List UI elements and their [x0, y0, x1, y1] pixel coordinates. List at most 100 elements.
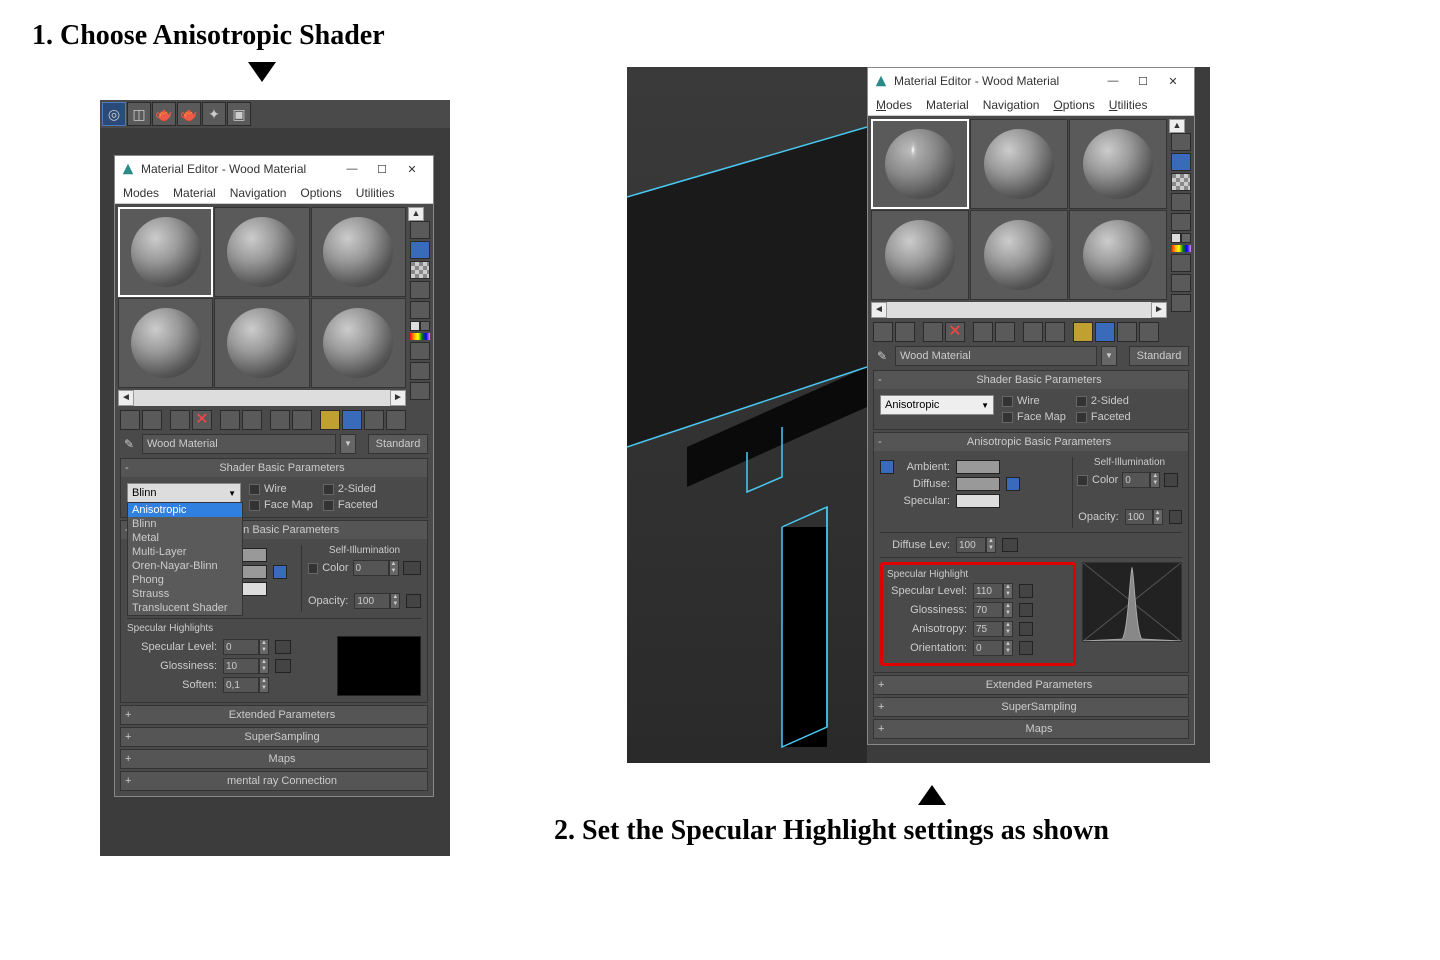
sample-hscrollbar[interactable]: ◄►: [871, 302, 1167, 318]
maximize-button[interactable]: ☐: [1128, 71, 1158, 91]
side-tool-9[interactable]: [410, 382, 430, 400]
mat-tool[interactable]: [1023, 322, 1043, 342]
menu-navigation[interactable]: Navigation: [983, 98, 1040, 112]
mat-tool-5[interactable]: [220, 410, 240, 430]
menu-modes[interactable]: Modes: [123, 186, 159, 200]
selfillum-input[interactable]: [1122, 472, 1150, 488]
speclevel-map[interactable]: [1019, 584, 1033, 598]
toolbar-frame[interactable]: ▣: [227, 102, 251, 126]
difflev-input[interactable]: [956, 537, 986, 553]
side-tool[interactable]: [1171, 254, 1191, 272]
gloss-spinner[interactable]: ▲▼: [973, 602, 1013, 618]
speclevel-input[interactable]: [973, 583, 1003, 599]
toolbar-btn-1[interactable]: ◎: [102, 102, 126, 126]
opacity-input[interactable]: [354, 593, 390, 609]
opacity-spinner[interactable]: ▲▼: [1125, 509, 1163, 525]
shader-opt-metal[interactable]: Metal: [128, 531, 242, 545]
side-tool-background[interactable]: [410, 241, 430, 259]
mat-tool-3[interactable]: [170, 410, 190, 430]
lock-icon[interactable]: [880, 460, 894, 474]
minimize-button[interactable]: —: [337, 159, 367, 179]
side-tool[interactable]: [1171, 153, 1191, 171]
sample-slot-2[interactable]: [970, 119, 1068, 209]
menu-material[interactable]: Material: [173, 186, 216, 200]
gloss-input[interactable]: [223, 658, 259, 674]
shader-opt-phong[interactable]: Phong: [128, 573, 242, 587]
specular-swatch[interactable]: [956, 494, 1000, 508]
menu-options[interactable]: Options: [300, 186, 341, 200]
mat-tool[interactable]: [1139, 322, 1159, 342]
mat-tool-11[interactable]: [364, 410, 384, 430]
sample-slot-3[interactable]: [1069, 119, 1167, 209]
side-rainbow[interactable]: [410, 333, 430, 340]
side-tool[interactable]: [1171, 233, 1181, 243]
mat-tool-7[interactable]: [270, 410, 290, 430]
reset-button[interactable]: ✕: [945, 322, 965, 342]
opacity-input[interactable]: [1125, 509, 1153, 525]
mat-tool[interactable]: [923, 322, 943, 342]
selfillum-input[interactable]: [353, 560, 389, 576]
wire-checkbox[interactable]: Wire: [1002, 395, 1066, 407]
selfillum-color-check[interactable]: Color ▲▼: [1077, 472, 1182, 488]
wire-checkbox[interactable]: Wire: [249, 483, 313, 495]
diffuse-swatch[interactable]: [956, 477, 1000, 491]
side-gray[interactable]: [420, 321, 430, 331]
soften-spinner[interactable]: ▲▼: [223, 677, 269, 693]
mat-tool[interactable]: [973, 322, 993, 342]
speclevel-spinner[interactable]: ▲▼: [223, 639, 269, 655]
menu-utilities[interactable]: Utilities: [356, 186, 395, 200]
mat-tool[interactable]: [1073, 322, 1093, 342]
selfillum-spinner[interactable]: ▲▼: [1122, 472, 1160, 488]
mat-tool[interactable]: [995, 322, 1015, 342]
side-tool-checker[interactable]: [410, 261, 430, 279]
mat-tool[interactable]: [895, 322, 915, 342]
orient-spinner[interactable]: ▲▼: [973, 640, 1013, 656]
gloss-spinner[interactable]: ▲▼: [223, 658, 269, 674]
sample-slot-5[interactable]: [970, 210, 1068, 300]
toolbar-teapot-1[interactable]: 🫖: [152, 102, 176, 126]
speclevel-map[interactable]: [275, 640, 291, 654]
toolbar-light[interactable]: ✦: [202, 102, 226, 126]
shader-opt-blinn[interactable]: Blinn: [128, 517, 242, 531]
sample-slot-1[interactable]: [118, 207, 213, 297]
material-name-dropdown[interactable]: ▼: [340, 434, 356, 454]
soften-input[interactable]: [223, 677, 259, 693]
shader-dropdown[interactable]: Anisotropic ▼: [880, 395, 994, 415]
menu-options[interactable]: Options: [1053, 98, 1094, 112]
speclevel-spinner[interactable]: ▲▼: [973, 583, 1013, 599]
side-tool-4[interactable]: [410, 281, 430, 299]
side-tool[interactable]: [1171, 245, 1191, 252]
sample-slot-5[interactable]: [214, 298, 309, 388]
opacity-map[interactable]: [406, 594, 421, 608]
sample-slot-1[interactable]: [871, 119, 969, 209]
opacity-spinner[interactable]: ▲▼: [354, 593, 400, 609]
mat-tool[interactable]: [1045, 322, 1065, 342]
speclevel-input[interactable]: [223, 639, 259, 655]
side-tool[interactable]: [1181, 233, 1191, 243]
side-tool-sample[interactable]: [410, 221, 430, 239]
rollout-head-maps[interactable]: +Maps: [874, 720, 1188, 738]
side-tool-7[interactable]: [410, 342, 430, 360]
menu-modes[interactable]: Modes: [876, 98, 912, 112]
gloss-map[interactable]: [1019, 603, 1033, 617]
sample-slot-6[interactable]: [311, 298, 406, 388]
aniso-input[interactable]: [973, 621, 1003, 637]
sample-slot-4[interactable]: [118, 298, 213, 388]
eyedropper-icon[interactable]: ✎: [120, 435, 138, 453]
aniso-map[interactable]: [1019, 622, 1033, 636]
sample-slot-2[interactable]: [214, 207, 309, 297]
material-name-input[interactable]: [142, 434, 336, 454]
menu-material[interactable]: Material: [926, 98, 969, 112]
eyedropper-icon[interactable]: ✎: [873, 347, 891, 365]
side-tool[interactable]: [1171, 133, 1191, 151]
sample-slot-6[interactable]: [1069, 210, 1167, 300]
toolbar-btn-2[interactable]: ◫: [127, 102, 151, 126]
selfillum-spinner[interactable]: ▲▼: [353, 560, 399, 576]
mat-tool[interactable]: [873, 322, 893, 342]
rollout-head-mental[interactable]: +mental ray Connection: [121, 772, 427, 790]
sample-slot-4[interactable]: [871, 210, 969, 300]
sample-slot-3[interactable]: [311, 207, 406, 297]
vscroll-up[interactable]: ▲: [1169, 119, 1185, 133]
close-button[interactable]: ✕: [1158, 71, 1188, 91]
sample-hscrollbar[interactable]: ◄►: [118, 390, 406, 406]
